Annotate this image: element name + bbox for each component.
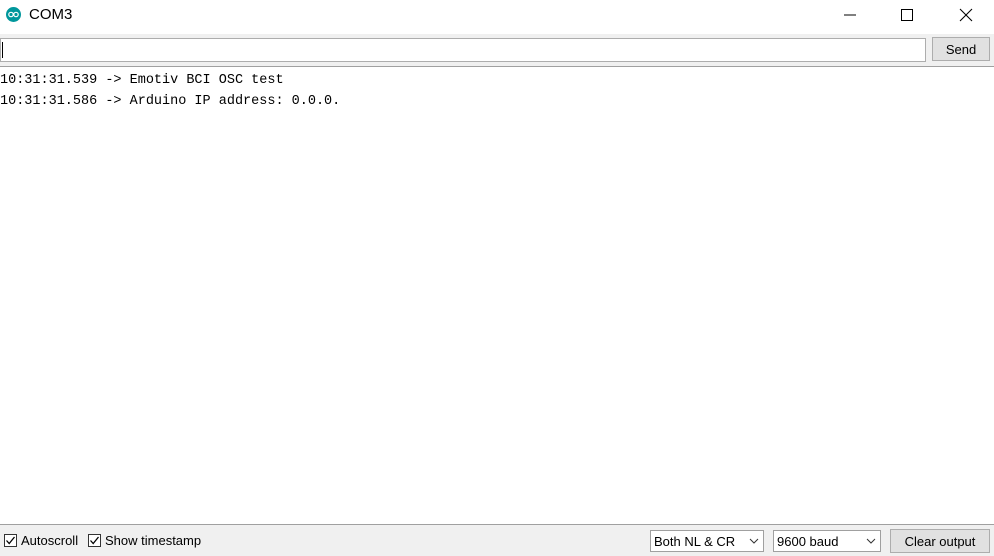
- autoscroll-option[interactable]: Autoscroll: [4, 533, 78, 548]
- minimize-button[interactable]: [827, 0, 873, 30]
- maximize-button[interactable]: [884, 0, 930, 30]
- show-timestamp-label: Show timestamp: [105, 533, 202, 548]
- window-title: COM3: [29, 6, 73, 23]
- serial-monitor-window: COM3 Send 10:31:31.539 -> Emotiv BCI OSC…: [0, 0, 994, 556]
- chevron-down-icon: [749, 538, 759, 544]
- show-timestamp-option[interactable]: Show timestamp: [88, 533, 201, 548]
- send-button[interactable]: Send: [932, 37, 990, 61]
- autoscroll-label: Autoscroll: [21, 533, 79, 548]
- maximize-icon: [901, 9, 913, 21]
- minimize-icon: [844, 14, 856, 16]
- show-timestamp-checkbox[interactable]: [88, 534, 101, 547]
- line-ending-value: Both NL & CR: [654, 533, 736, 549]
- baud-rate-select[interactable]: 9600 baud: [773, 530, 881, 552]
- arduino-icon: [6, 7, 21, 22]
- title-bar[interactable]: COM3: [0, 0, 994, 30]
- line-ending-select[interactable]: Both NL & CR: [650, 530, 764, 552]
- baud-rate-value: 9600 baud: [777, 533, 839, 549]
- bottom-toolbar: Autoscroll Show timestamp Both NL & CR 9…: [0, 524, 994, 556]
- clear-output-button[interactable]: Clear output: [890, 529, 990, 553]
- chevron-down-icon: [866, 538, 876, 544]
- send-input[interactable]: [0, 38, 926, 62]
- text-caret: [2, 42, 3, 58]
- checkmark-icon: [90, 536, 100, 545]
- output-line: 10:31:31.539 -> Emotiv BCI OSC test: [0, 73, 284, 88]
- close-icon: [959, 8, 973, 22]
- serial-output[interactable]: 10:31:31.539 -> Emotiv BCI OSC test 10:3…: [0, 67, 994, 523]
- checkmark-icon: [6, 536, 16, 545]
- close-button[interactable]: [943, 0, 989, 30]
- send-row: Send: [0, 34, 994, 66]
- autoscroll-checkbox[interactable]: [4, 534, 17, 547]
- output-line: 10:31:31.586 -> Arduino IP address: 0.0.…: [0, 94, 341, 109]
